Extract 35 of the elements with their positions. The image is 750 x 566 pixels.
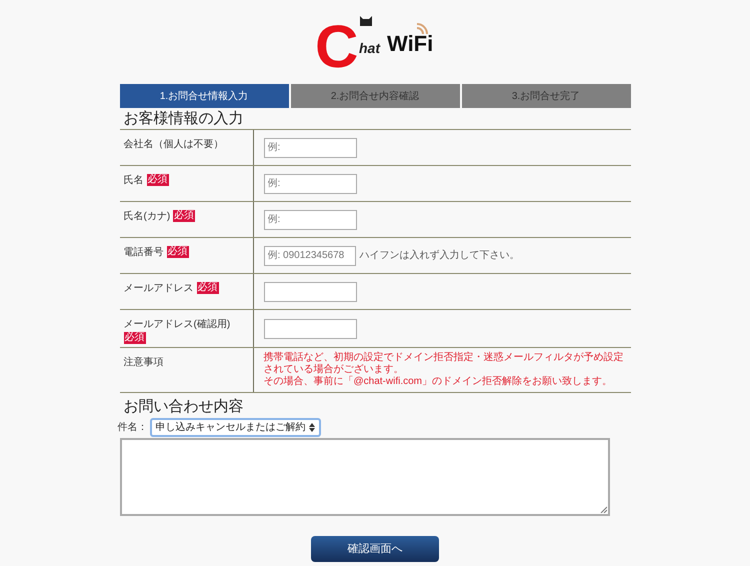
field-label: メールアドレス [124, 318, 194, 331]
hint-text: ハイフンは入れず入力して下さい。 [360, 248, 520, 263]
required-badge: 必須 [166, 246, 188, 258]
subject-label: 件名： [118, 421, 148, 435]
resize-handle-icon [600, 506, 606, 513]
field-label: 注意事項 [124, 356, 164, 369]
required-badge: 必須 [196, 282, 218, 294]
logo-text: hat [359, 40, 380, 56]
field-label: 会社名（個人は不要） [124, 138, 224, 151]
subject-dropdown[interactable]: 申し込みキャンセルまたはご解約 [150, 418, 320, 437]
input-field[interactable]: 例: [264, 174, 356, 194]
message-textarea[interactable] [120, 438, 610, 516]
logo-letter: C [315, 24, 358, 70]
field-label: メールアドレス [124, 282, 194, 295]
field-label: 電話番号 [124, 246, 164, 259]
input-field[interactable] [264, 318, 356, 338]
notice-text: その場合、事前に「@chat-wifi.com」のドメイン拒否解除をお願い致します。 [264, 376, 613, 388]
cat-icon [359, 14, 373, 26]
input-field[interactable]: 例: [264, 138, 356, 158]
notice-text: 携帯電話など、初期の設定でドメイン拒否指定・迷惑メールフィルタが予め設定されている場合がございます。 [264, 352, 624, 376]
input-field[interactable]: 例: 09012345678 [264, 246, 356, 266]
field-label: 氏名 [124, 174, 144, 187]
required-badge: 必須 [146, 174, 168, 186]
logo-text: WiFi [387, 32, 434, 56]
input-field[interactable]: 例: [264, 210, 356, 230]
required-badge: 必須 [124, 332, 146, 344]
section-heading: お客様情報の入力 [122, 109, 244, 129]
section-heading: お問い合わせ内容 [122, 397, 244, 417]
wifi-signal-icon [415, 20, 431, 36]
field-sublabel: (確認用) [194, 318, 230, 331]
field-label: 氏名(カナ) [124, 210, 170, 223]
required-badge: 必須 [173, 210, 196, 222]
input-field[interactable] [264, 282, 356, 302]
confirm-button[interactable]: 確認画面へ [311, 536, 439, 562]
dropdown-arrows-icon [308, 423, 314, 432]
